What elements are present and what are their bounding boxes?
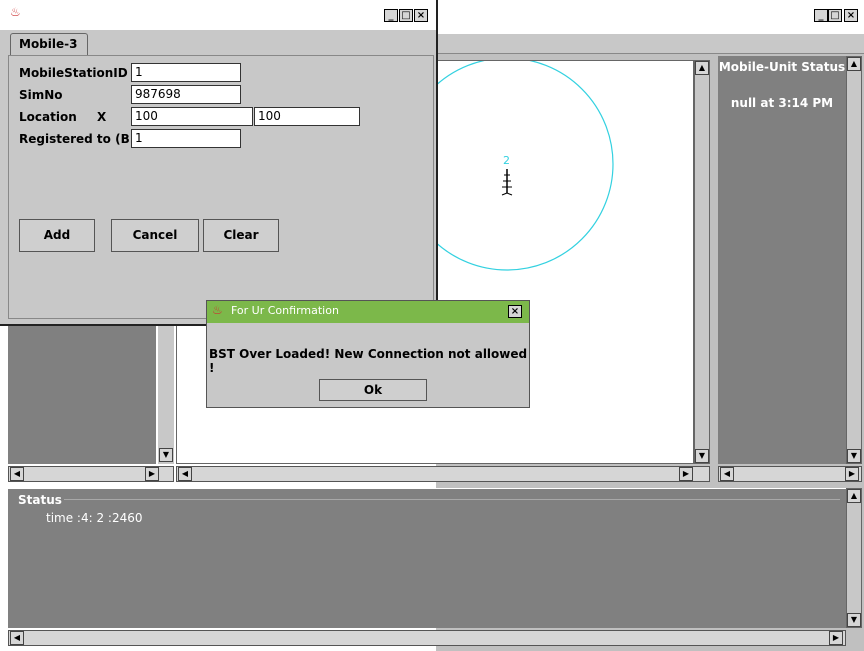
scroll-up-icon[interactable]: ▲ [847, 489, 861, 503]
add-button[interactable]: Add [19, 219, 95, 252]
side-vscroll[interactable]: ▲ ▼ [846, 56, 862, 464]
dialog-title-bar: ♨ For Ur Confirmation × [207, 301, 529, 323]
mobile-station-id-field[interactable]: 1 [131, 63, 241, 82]
scroll-left-icon[interactable]: ◀ [10, 467, 24, 481]
dialog-message: BST Over Loaded! New Connection not allo… [209, 347, 528, 375]
scroll-right-icon[interactable]: ▶ [829, 631, 843, 645]
scroll-down-icon[interactable]: ▼ [695, 449, 709, 463]
form-maximize-button[interactable]: □ [399, 9, 413, 22]
left-panel [8, 320, 156, 464]
map-vscroll[interactable]: ▲ ▼ [694, 60, 710, 464]
form-minimize-button[interactable]: _ [384, 9, 398, 22]
tab-content: MobileStationID 1 SimNo 987698 Location … [8, 55, 434, 319]
scroll-left-icon[interactable]: ◀ [178, 467, 192, 481]
confirmation-dialog: ♨ For Ur Confirmation × BST Over Loaded!… [206, 300, 530, 408]
scroll-up-icon[interactable]: ▲ [847, 57, 861, 71]
mobile-unit-status-panel: Mobile-Unit Status null at 3:14 PM [718, 56, 846, 464]
form-close-button[interactable]: × [414, 9, 428, 22]
scroll-right-icon[interactable]: ▶ [679, 467, 693, 481]
left-panel-vscroll[interactable]: ▼ [158, 320, 174, 464]
java-app-icon: ♨ [212, 303, 223, 317]
sim-no-field[interactable]: 987698 [131, 85, 241, 104]
mobile-station-id-label: MobileStationID [19, 66, 128, 80]
scroll-left-icon[interactable]: ◀ [720, 467, 734, 481]
scroll-down-icon[interactable]: ▼ [847, 449, 861, 463]
main-toolbar-strip [436, 34, 864, 54]
mobile-unit-status-entry: null at 3:14 PM [730, 96, 834, 110]
dialog-title: For Ur Confirmation [231, 304, 339, 317]
dialog-close-button[interactable]: × [508, 305, 522, 318]
scroll-down-icon[interactable]: ▼ [159, 448, 173, 462]
side-hscroll[interactable]: ◀ ▶ [718, 466, 862, 482]
scroll-up-icon[interactable]: ▲ [695, 61, 709, 75]
status-panel: Status time :4: 2 :2460 [8, 488, 846, 628]
main-minimize-button[interactable]: _ [814, 9, 828, 22]
scroll-down-icon[interactable]: ▼ [847, 613, 861, 627]
location-label: Location [19, 110, 77, 124]
clear-button[interactable]: Clear [203, 219, 279, 252]
registered-to-label: Registered to (B... [19, 132, 144, 146]
form-window-title-bar: ♨ [0, 0, 436, 30]
node-label: 2 [503, 154, 510, 167]
location-x-field[interactable]: 100 [131, 107, 253, 126]
main-window-title-bar [436, 0, 864, 34]
form-window: ♨ _ □ × Mobile-3 MobileStationID 1 SimNo… [0, 0, 438, 326]
location-y-field[interactable]: 100 [254, 107, 360, 126]
map-hscroll[interactable]: ◀ ▶ [176, 466, 710, 482]
cancel-button[interactable]: Cancel [111, 219, 199, 252]
main-close-button[interactable]: × [844, 9, 858, 22]
left-panel-hscroll[interactable]: ◀ ▶ [8, 466, 174, 482]
status-entry: time :4: 2 :2460 [46, 511, 143, 525]
scroll-left-icon[interactable]: ◀ [10, 631, 24, 645]
java-app-icon: ♨ [10, 5, 21, 19]
status-divider [64, 499, 840, 500]
status-vscroll[interactable]: ▲ ▼ [846, 488, 862, 628]
scroll-right-icon[interactable]: ▶ [845, 467, 859, 481]
tab-label: Mobile-3 [19, 37, 78, 51]
location-x-label: X [97, 110, 107, 124]
mobile-unit-status-title: Mobile-Unit Status [718, 60, 846, 74]
main-maximize-button[interactable]: □ [828, 9, 842, 22]
ok-button[interactable]: Ok [319, 379, 427, 401]
status-title: Status [18, 493, 62, 507]
scroll-right-icon[interactable]: ▶ [145, 467, 159, 481]
sim-no-label: SimNo [19, 88, 63, 102]
tower-icon [501, 169, 513, 196]
registered-to-field[interactable]: 1 [131, 129, 241, 148]
status-hscroll[interactable]: ◀ ▶ [8, 630, 846, 646]
tab-mobile-3[interactable]: Mobile-3 [10, 33, 88, 55]
